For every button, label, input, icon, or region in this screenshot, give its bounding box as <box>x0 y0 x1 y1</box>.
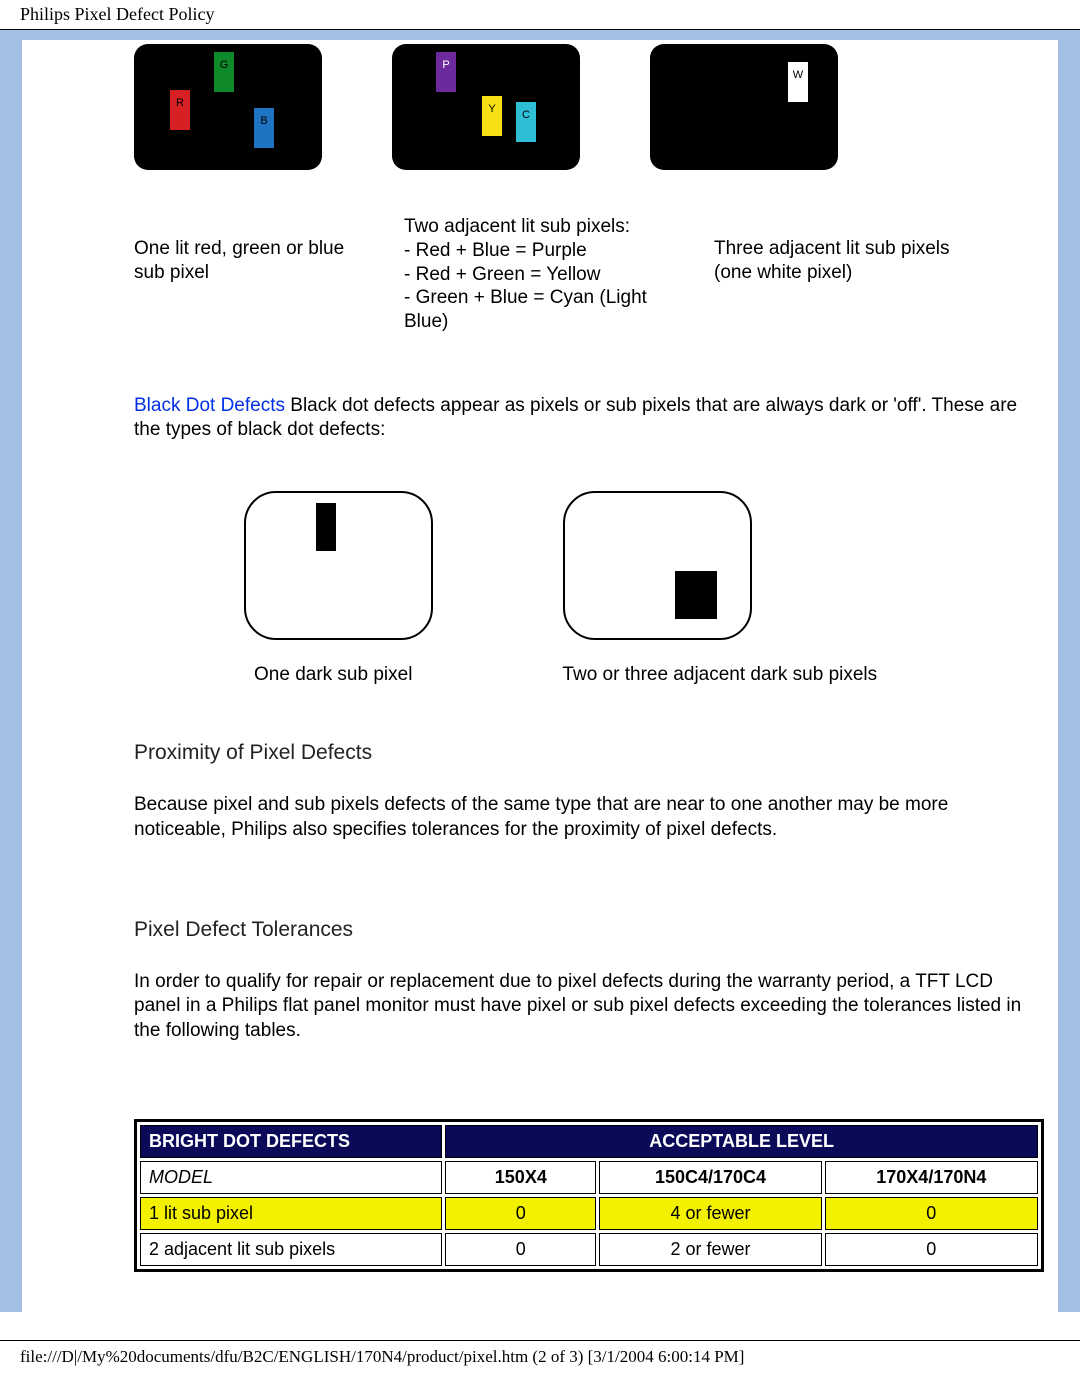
cell-r0-label: 1 lit sub pixel <box>140 1197 442 1230</box>
black-dot-paragraph: Black Dot Defects Black dot defects appe… <box>134 394 1044 442</box>
th-bright-defects: BRIGHT DOT DEFECTS <box>140 1125 442 1158</box>
cell-r0-v0: 0 <box>445 1197 596 1230</box>
panel-one-dark <box>244 491 433 640</box>
cell-r1-label: 2 adjacent lit sub pixels <box>140 1233 442 1266</box>
black-dot-term: Black Dot Defects <box>134 395 285 416</box>
table-row: MODEL 150X4 150C4/170C4 170X4/170N4 <box>140 1161 1038 1194</box>
dark-defect-captions: One dark sub pixel Two or three adjacent… <box>254 664 1044 686</box>
cell-model-2: 170X4/170N4 <box>825 1161 1038 1194</box>
page-inner: G R B P Y C W One lit red, green or blue… <box>22 40 1058 1312</box>
panel-white: W <box>650 44 838 170</box>
heading-proximity: Proximity of Pixel Defects <box>134 741 1044 765</box>
heading-tolerances: Pixel Defect Tolerances <box>134 918 1044 942</box>
cell-model-1: 150C4/170C4 <box>599 1161 821 1194</box>
caption-pyc-l2: - Red + Blue = Purple <box>404 240 587 261</box>
cell-r0-v1: 4 or fewer <box>599 1197 821 1230</box>
caption-pyc: Two adjacent lit sub pixels: - Red + Blu… <box>404 215 684 334</box>
subpixel-green: G <box>214 52 234 92</box>
cell-r1-v2: 0 <box>825 1233 1038 1266</box>
caption-pyc-l4: - Green + Blue = Cyan (Light Blue) <box>404 287 647 332</box>
subpixel-purple: P <box>436 52 456 92</box>
panel-pyc: P Y C <box>392 44 580 170</box>
dark-defect-illustrations <box>244 491 1044 640</box>
table-row: 1 lit sub pixel 0 4 or fewer 0 <box>140 1197 1038 1230</box>
th-acceptable: ACCEPTABLE LEVEL <box>445 1125 1038 1158</box>
caption-rgb: One lit red, green or blue sub pixel <box>134 215 374 334</box>
dark-subpixel-single <box>316 503 336 551</box>
table-row: BRIGHT DOT DEFECTS ACCEPTABLE LEVEL <box>140 1125 1038 1158</box>
content-area: G R B P Y C W One lit red, green or blue… <box>134 40 1044 1272</box>
page-background: G R B P Y C W One lit red, green or blue… <box>0 30 1080 1312</box>
subpixel-red: R <box>170 90 190 130</box>
cell-r1-v1: 2 or fewer <box>599 1233 821 1266</box>
subpixel-cyan: C <box>516 102 536 142</box>
subpixel-white: W <box>788 62 808 102</box>
cell-r0-v2: 0 <box>825 1197 1038 1230</box>
caption-white-l1: Three adjacent lit sub pixels <box>714 238 950 259</box>
dark-subpixel-multi <box>675 571 717 619</box>
cell-r1-v0: 0 <box>445 1233 596 1266</box>
cell-model-label: MODEL <box>140 1161 442 1194</box>
cell-model-0: 150X4 <box>445 1161 596 1194</box>
body-tolerances: In order to qualify for repair or replac… <box>134 970 1044 1044</box>
body-proximity: Because pixel and sub pixels defects of … <box>134 793 1044 842</box>
page-header-title: Philips Pixel Defect Policy <box>0 0 1080 30</box>
caption-multi-dark: Two or three adjacent dark sub pixels <box>562 664 877 686</box>
panel-rgb: G R B <box>134 44 322 170</box>
subpixel-yellow: Y <box>482 96 502 136</box>
caption-white: Three adjacent lit sub pixels (one white… <box>714 215 974 334</box>
bright-defect-illustrations: G R B P Y C W <box>134 40 1044 170</box>
table-row: 2 adjacent lit sub pixels 0 2 or fewer 0 <box>140 1233 1038 1266</box>
bright-defect-captions: One lit red, green or blue sub pixel Two… <box>134 215 1044 334</box>
caption-pyc-l3: - Red + Green = Yellow <box>404 264 600 285</box>
footer-path: file:///D|/My%20documents/dfu/B2C/ENGLIS… <box>0 1340 1080 1379</box>
panel-multi-dark <box>563 491 752 640</box>
caption-one-dark: One dark sub pixel <box>254 664 412 686</box>
caption-white-l2: (one white pixel) <box>714 262 852 283</box>
subpixel-blue: B <box>254 108 274 148</box>
caption-pyc-l1: Two adjacent lit sub pixels: <box>404 216 630 237</box>
tolerance-table: BRIGHT DOT DEFECTS ACCEPTABLE LEVEL MODE… <box>134 1119 1044 1272</box>
